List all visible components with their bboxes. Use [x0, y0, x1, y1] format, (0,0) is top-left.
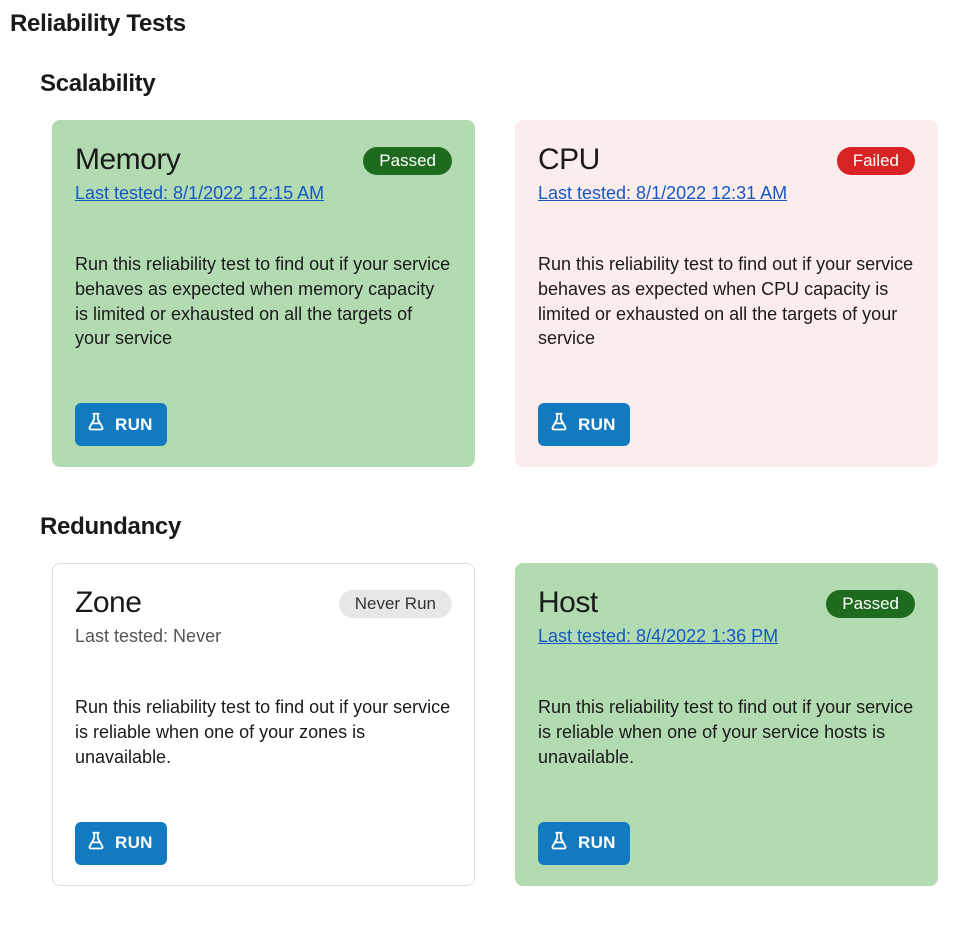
last-tested-link[interactable]: Last tested: 8/1/2022 12:31 AM [538, 183, 915, 204]
card-footer: RUN [538, 822, 915, 865]
flask-icon [85, 411, 107, 438]
run-button[interactable]: RUN [538, 822, 630, 865]
last-tested-link[interactable]: Last tested: 8/1/2022 12:15 AM [75, 183, 452, 204]
flask-icon [85, 830, 107, 857]
run-button[interactable]: RUN [538, 403, 630, 446]
flask-icon [548, 411, 570, 438]
card-title: Host [538, 586, 598, 620]
status-badge: Never Run [339, 590, 452, 618]
card-header: Zone Never Run [75, 586, 452, 620]
card-header: Host Passed [538, 586, 915, 620]
page-title: Reliability Tests [10, 10, 948, 38]
run-button-label: RUN [115, 415, 153, 435]
status-badge: Failed [837, 147, 915, 175]
card-title: Zone [75, 586, 141, 620]
card-description: Run this reliability test to find out if… [75, 695, 452, 769]
last-tested-text: Last tested: Never [75, 626, 452, 647]
card-grid: Memory Passed Last tested: 8/1/2022 12:1… [40, 120, 948, 467]
section-title: Scalability [40, 70, 948, 98]
last-tested-link[interactable]: Last tested: 8/4/2022 1:36 PM [538, 626, 915, 647]
test-section: Redundancy Zone Never Run Last tested: N… [10, 513, 948, 885]
section-title: Redundancy [40, 513, 948, 541]
card-description: Run this reliability test to find out if… [75, 252, 452, 351]
test-card: CPU Failed Last tested: 8/1/2022 12:31 A… [515, 120, 938, 467]
run-button-label: RUN [115, 833, 153, 853]
card-footer: RUN [538, 403, 915, 446]
test-section: Scalability Memory Passed Last tested: 8… [10, 70, 948, 467]
run-button[interactable]: RUN [75, 822, 167, 865]
test-card: Host Passed Last tested: 8/4/2022 1:36 P… [515, 563, 938, 885]
test-card: Zone Never Run Last tested: Never Run th… [52, 563, 475, 885]
card-description: Run this reliability test to find out if… [538, 695, 915, 769]
card-footer: RUN [75, 822, 452, 865]
run-button[interactable]: RUN [75, 403, 167, 446]
card-grid: Zone Never Run Last tested: Never Run th… [40, 563, 948, 885]
card-header: Memory Passed [75, 143, 452, 177]
run-button-label: RUN [578, 833, 616, 853]
card-title: Memory [75, 143, 180, 177]
status-badge: Passed [826, 590, 915, 618]
flask-icon [548, 830, 570, 857]
card-header: CPU Failed [538, 143, 915, 177]
status-badge: Passed [363, 147, 452, 175]
card-footer: RUN [75, 403, 452, 446]
test-card: Memory Passed Last tested: 8/1/2022 12:1… [52, 120, 475, 467]
card-title: CPU [538, 143, 600, 177]
run-button-label: RUN [578, 415, 616, 435]
card-description: Run this reliability test to find out if… [538, 252, 915, 351]
